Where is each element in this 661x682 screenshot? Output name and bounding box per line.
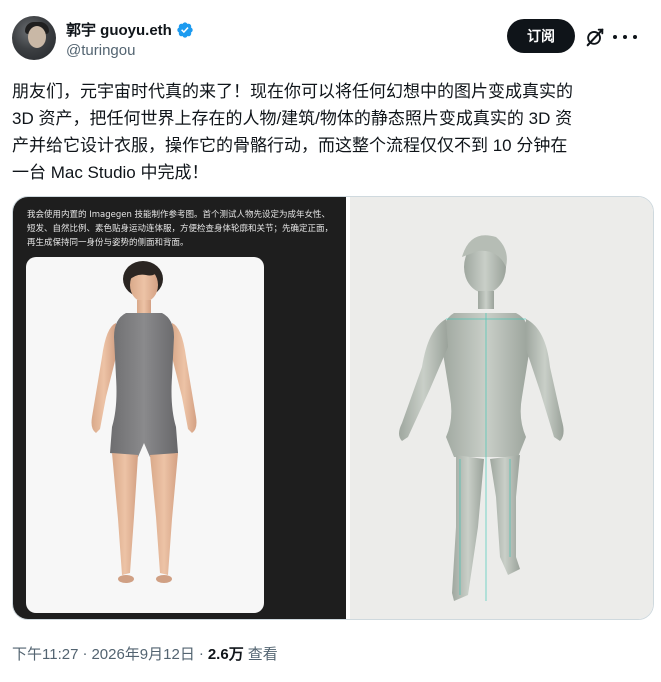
reference-figure-image — [91, 261, 197, 583]
tweet: 郭宇 guoyu.eth @turingou 订阅 朋友们，元宇宙时代真的来了！… — [0, 0, 661, 682]
tweet-text: 朋友们，元宇宙时代真的来了！现在你可以将任何幻想中的图片变成真实的 3D 资产，… — [12, 82, 573, 182]
author-display-name[interactable]: 郭宇 guoyu.eth — [66, 19, 172, 40]
views-count: 2.6万 — [207, 646, 244, 663]
tweet-time[interactable]: 下午11:27 — [12, 643, 78, 664]
tweet-meta: 下午11:27 · 2026年9月12日 · 2.6万 查看 — [12, 643, 278, 664]
media-image-3d-model[interactable] — [350, 197, 653, 619]
avatar[interactable] — [12, 16, 56, 60]
media-image-reference[interactable]: 我会使用内置的 Imagegen 技能制作参考图。首个测试人物先设定为成年女性、… — [13, 197, 346, 619]
author-handle[interactable]: @turingou — [66, 42, 135, 59]
media-caption: 我会使用内置的 Imagegen 技能制作参考图。首个测试人物先设定为成年女性、… — [27, 210, 334, 248]
reference-photo-card — [26, 257, 264, 613]
media-grid[interactable]: 我会使用内置的 Imagegen 技能制作参考图。首个测试人物先设定为成年女性、… — [12, 196, 654, 620]
author-name-row[interactable]: 郭宇 guoyu.eth — [66, 19, 194, 40]
more-options-icon[interactable] — [613, 26, 637, 48]
tweet-date[interactable]: 2026年9月12日 — [91, 643, 194, 664]
meta-separator: · — [82, 645, 88, 662]
meta-separator-2: · — [198, 645, 204, 662]
subscribe-button[interactable]: 订阅 — [507, 19, 575, 53]
3d-model-figure-image — [399, 235, 564, 601]
grok-icon[interactable] — [584, 26, 606, 48]
verified-badge-icon — [177, 21, 193, 38]
views-label: 查看 — [247, 646, 278, 663]
avatar-face — [28, 26, 46, 48]
